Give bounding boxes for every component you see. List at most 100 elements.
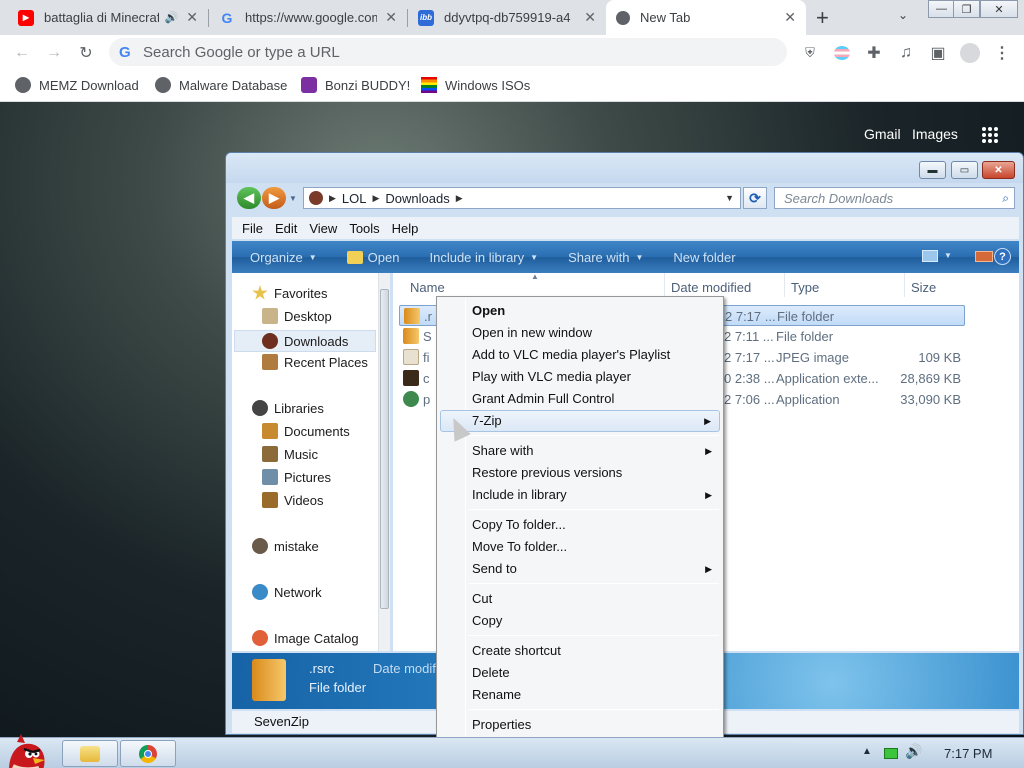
gmail-link[interactable]: Gmail <box>864 126 901 142</box>
column-header-date-modified[interactable]: Date modified <box>671 280 751 295</box>
kebab-menu-icon[interactable]: ⋮ <box>990 41 1014 65</box>
menu-item-cut[interactable]: Cut <box>440 588 720 610</box>
explorer-minimize-button[interactable]: ▬ <box>919 161 946 179</box>
close-tab-icon[interactable]: ✕ <box>784 9 796 26</box>
nav-desktop[interactable]: Desktop <box>262 308 332 324</box>
nav-videos[interactable]: Videos <box>262 492 324 508</box>
menu-item-play-vlc[interactable]: Play with VLC media player <box>440 366 720 388</box>
menu-item-open[interactable]: Open <box>440 300 720 322</box>
show-hidden-icons-icon[interactable]: ▲ <box>862 746 872 757</box>
extensions-puzzle-icon[interactable]: ✚ <box>862 41 886 65</box>
breadcrumb-arrow-icon[interactable]: ▶ <box>373 193 380 204</box>
apps-grid-icon[interactable] <box>982 127 998 143</box>
search-icon[interactable]: ⌕ <box>1002 191 1009 206</box>
tab-google[interactable]: G https://www.google.com/ ✕ <box>209 0 407 35</box>
menu-item-grant-admin[interactable]: Grant Admin Full Control <box>440 388 720 410</box>
profile-avatar-icon[interactable] <box>958 41 982 65</box>
media-control-icon[interactable]: ♫ <box>894 41 918 65</box>
open-button[interactable]: Open <box>346 250 399 265</box>
menu-item-copy[interactable]: Copy <box>440 610 720 632</box>
menu-view[interactable]: View <box>309 221 337 236</box>
preview-pane-icon[interactable] <box>975 251 993 262</box>
menu-tools[interactable]: Tools <box>349 221 379 236</box>
menu-item-delete[interactable]: Delete <box>440 662 720 684</box>
menu-item-share-with[interactable]: Share with ▶ <box>440 440 720 462</box>
menu-item-properties[interactable]: Properties <box>440 714 720 736</box>
explorer-maximize-button[interactable]: ▭ <box>951 161 978 179</box>
close-tab-icon[interactable]: ✕ <box>584 9 596 26</box>
column-header-size[interactable]: Size <box>911 280 936 295</box>
menu-edit[interactable]: Edit <box>275 221 297 236</box>
column-header-name[interactable]: Name <box>410 280 445 295</box>
bookmark-bonzi-buddy[interactable]: Bonzi BUDDY! <box>301 77 410 93</box>
tab-youtube[interactable]: ▶ battaglia di Minecraft 🔊 ✕ <box>8 0 208 35</box>
menu-item-restore-previous[interactable]: Restore previous versions <box>440 462 720 484</box>
bookmark-malware-database[interactable]: Malware Database <box>155 77 287 93</box>
view-dropdown-icon[interactable]: ▼ <box>944 251 952 260</box>
address-bar[interactable]: ▶ LOL ▶ Downloads ▶ ▼ <box>303 187 741 209</box>
nav-documents[interactable]: Documents <box>262 423 350 439</box>
column-header-type[interactable]: Type <box>791 280 819 295</box>
nav-mistake[interactable]: mistake <box>252 538 319 554</box>
menu-item-send-to[interactable]: Send to ▶ <box>440 558 720 580</box>
bookmark-windows-isos[interactable]: Windows ISOs <box>421 77 530 93</box>
breadcrumb-arrow-icon[interactable]: ▶ <box>329 193 336 204</box>
menu-item-move-to-folder[interactable]: Move To folder... <box>440 536 720 558</box>
share-with-button[interactable]: Share with ▼ <box>568 250 643 265</box>
change-view-icon[interactable] <box>922 250 938 262</box>
explorer-titlebar[interactable] <box>226 153 1023 183</box>
bookmark-memz[interactable]: MEMZ Download <box>15 77 139 93</box>
breadcrumb-lol[interactable]: LOL <box>342 191 367 206</box>
new-folder-button[interactable]: New folder <box>673 250 735 265</box>
nav-recent-places[interactable]: Recent Places <box>262 354 368 370</box>
column-divider[interactable] <box>664 273 665 297</box>
new-tab-button[interactable]: + <box>816 5 829 31</box>
close-tab-icon[interactable]: ✕ <box>385 9 397 26</box>
close-tab-icon[interactable]: ✕ <box>186 9 198 26</box>
nav-favorites[interactable]: Favorites <box>252 285 327 301</box>
recent-pages-chevron-icon[interactable]: ▼ <box>289 194 297 203</box>
menu-item-rename[interactable]: Rename <box>440 684 720 706</box>
audio-icon[interactable]: 🔊 <box>165 11 179 24</box>
back-arrow-icon[interactable]: ← <box>10 41 34 65</box>
nav-pictures[interactable]: Pictures <box>262 469 331 485</box>
back-arrow-icon[interactable]: ◀ <box>237 187 261 209</box>
help-icon[interactable]: ? <box>994 248 1011 265</box>
forward-arrow-icon[interactable]: → <box>42 41 66 65</box>
search-input[interactable]: Search Downloads ⌕ <box>774 187 1015 209</box>
menu-item-vlc-playlist[interactable]: Add to VLC media player's Playlist <box>440 344 720 366</box>
nav-scrollbar[interactable] <box>378 273 390 651</box>
scrollbar-thumb[interactable] <box>380 289 389 609</box>
menu-item-7zip[interactable]: 7-Zip ▶ <box>440 410 720 432</box>
tab-new-tab[interactable]: New Tab ✕ <box>606 0 806 35</box>
taskbar-chrome[interactable] <box>120 740 176 767</box>
breadcrumb-arrow-icon[interactable]: ▶ <box>456 193 463 204</box>
menu-item-copy-to-folder[interactable]: Copy To folder... <box>440 514 720 536</box>
minimize-button[interactable]: — <box>928 0 955 18</box>
taskbar-explorer[interactable] <box>62 740 118 767</box>
column-divider[interactable] <box>784 273 785 297</box>
tab-search-chevron-icon[interactable]: ⌄ <box>898 8 908 22</box>
images-link[interactable]: Images <box>912 126 958 142</box>
nav-music[interactable]: Music <box>262 446 318 462</box>
tab-ibb[interactable]: ibb ddyvtpq-db759919-a4 ✕ <box>408 0 606 35</box>
omnibox[interactable]: G Search Google or type a URL <box>109 38 787 66</box>
column-divider[interactable] <box>904 273 905 297</box>
close-window-button[interactable]: ✕ <box>980 0 1018 18</box>
volume-icon[interactable]: 🔊 <box>905 743 922 760</box>
menu-item-include-library[interactable]: Include in library ▶ <box>440 484 720 506</box>
menu-item-open-new-window[interactable]: Open in new window <box>440 322 720 344</box>
reload-icon[interactable]: ↻ <box>74 41 98 65</box>
nav-libraries[interactable]: Libraries <box>252 400 324 416</box>
menu-help[interactable]: Help <box>392 221 419 236</box>
explorer-close-button[interactable]: ✕ <box>982 161 1015 179</box>
refresh-button[interactable]: ⟳ <box>743 187 767 209</box>
start-button[interactable] <box>3 732 49 768</box>
menu-file[interactable]: File <box>242 221 263 236</box>
include-in-library-button[interactable]: Include in library ▼ <box>429 250 538 265</box>
network-status-icon[interactable] <box>884 748 898 759</box>
nav-downloads[interactable]: Downloads <box>234 330 376 352</box>
nav-network[interactable]: Network <box>252 584 322 600</box>
maximize-button[interactable]: ❐ <box>953 0 980 18</box>
ublock-icon[interactable]: ⛨ <box>798 41 822 65</box>
